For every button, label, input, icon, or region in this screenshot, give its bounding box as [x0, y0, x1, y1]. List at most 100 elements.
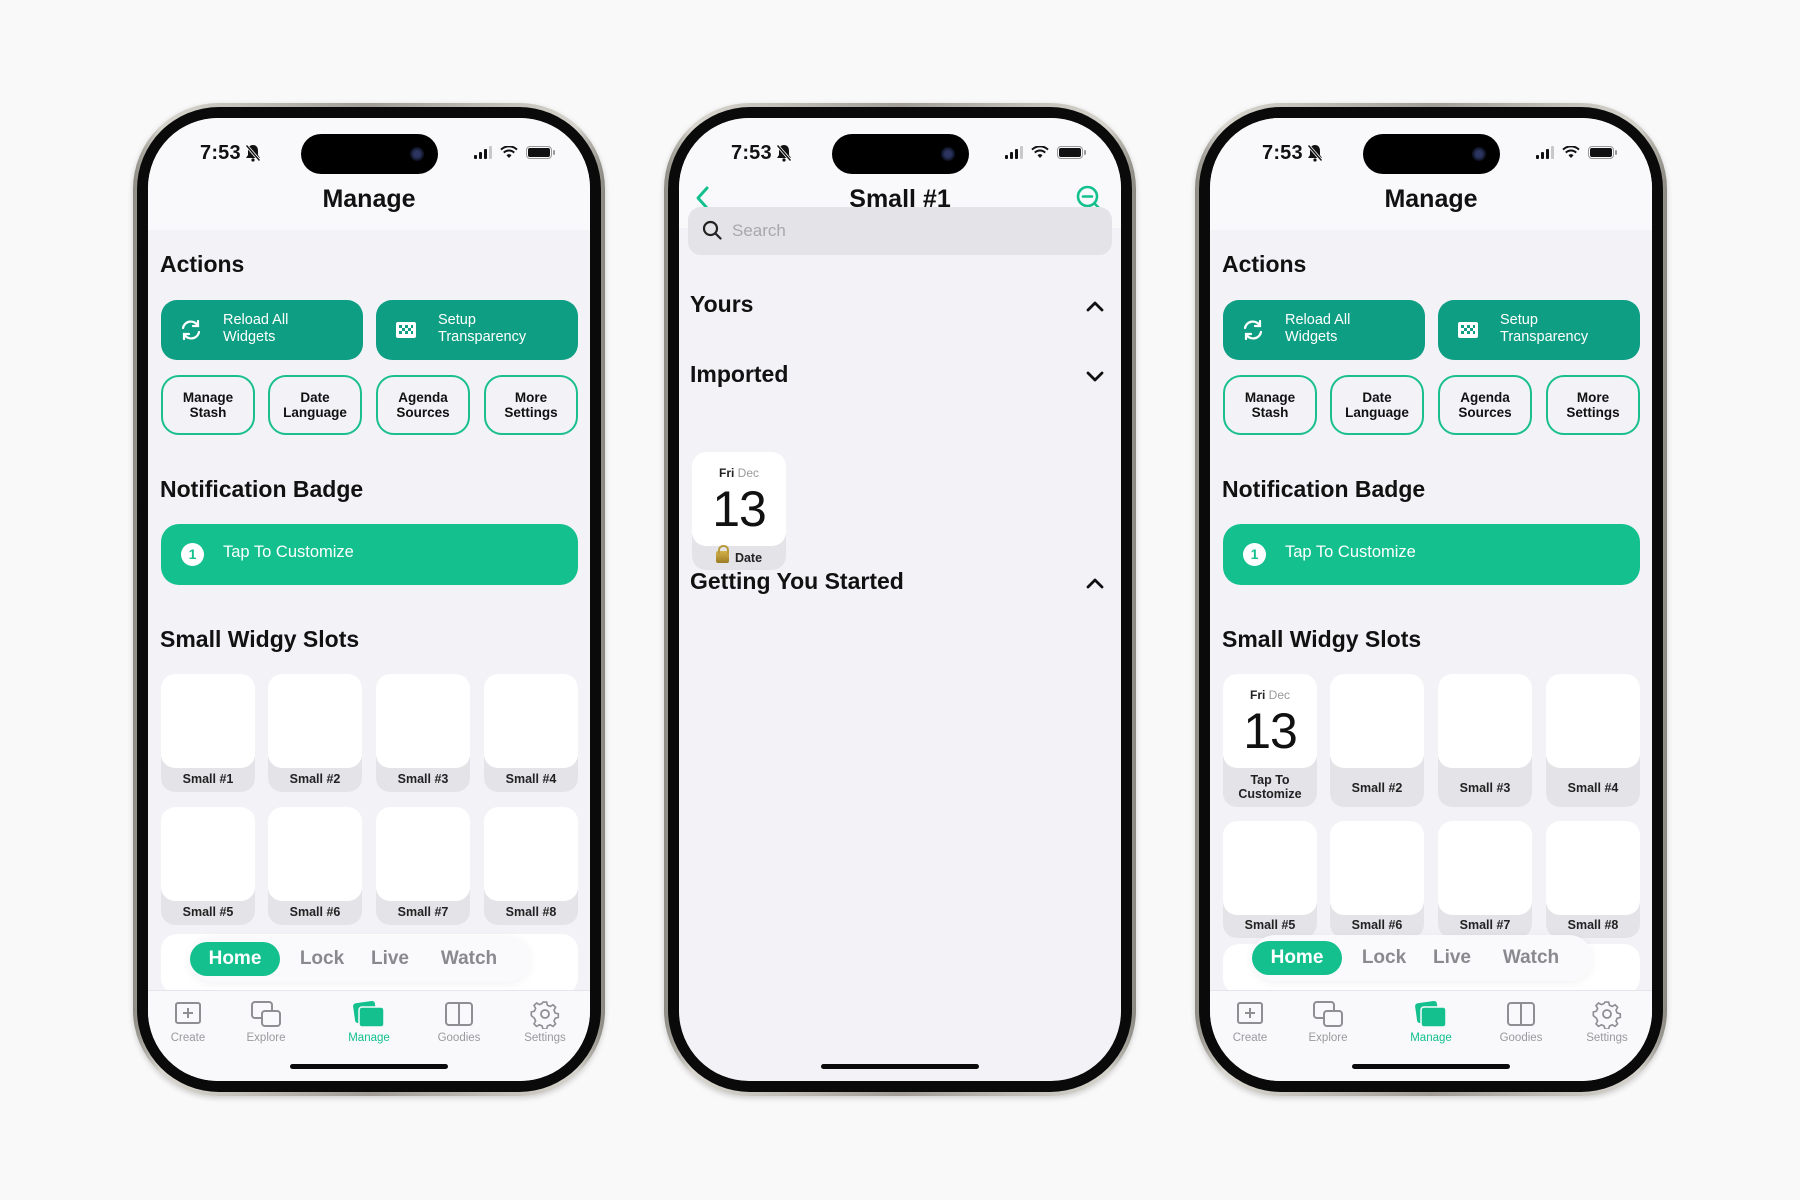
- chevron-up-icon[interactable]: [1085, 299, 1105, 313]
- manage-stash-button[interactable]: Manage Stash: [1223, 375, 1317, 435]
- segment-watch[interactable]: Watch: [1486, 941, 1576, 975]
- tab-explore[interactable]: Explore: [226, 999, 306, 1044]
- button-label: Settings: [1566, 405, 1620, 420]
- segment-lock[interactable]: Lock: [282, 942, 362, 976]
- agenda-sources-button[interactable]: Agenda Sources: [1438, 375, 1532, 435]
- chevron-up-icon[interactable]: [1085, 576, 1105, 590]
- date-language-button[interactable]: Date Language: [268, 375, 362, 435]
- slot-small-8[interactable]: Small #8: [484, 807, 578, 925]
- slot-label: Small #4: [505, 772, 557, 786]
- slot-small-8[interactable]: Small #8: [1546, 821, 1640, 938]
- slot-label-line: Customize: [1238, 787, 1302, 801]
- battery-icon: [1588, 146, 1617, 159]
- plus-square-icon: [1237, 1002, 1263, 1024]
- overlapping-windows-icon: [1313, 1001, 1343, 1027]
- notification-badge-button[interactable]: 1 Tap To Customize: [161, 524, 578, 585]
- button-label: More: [1576, 390, 1610, 405]
- button-label: Sources: [396, 405, 450, 420]
- date-language-button[interactable]: Date Language: [1330, 375, 1424, 435]
- chevron-down-icon[interactable]: [1085, 369, 1105, 383]
- notification-badge-button[interactable]: 1 Tap To Customize: [1223, 524, 1640, 585]
- tab-manage[interactable]: Manage: [1391, 999, 1471, 1044]
- stacked-cards-icon: [353, 1000, 385, 1028]
- tab-manage[interactable]: Manage: [329, 999, 409, 1044]
- slot-label: Small #3: [397, 772, 449, 786]
- slot-small-4[interactable]: Small #4: [1546, 674, 1640, 807]
- transparency-label-2: Transparency: [1500, 329, 1589, 345]
- setup-transparency-button[interactable]: Setup Transparency: [1438, 300, 1640, 360]
- slot-small-5[interactable]: Small #5: [1223, 821, 1317, 938]
- slot-small-7[interactable]: Small #7: [1438, 821, 1532, 938]
- manage-screen: 7:53 Manage Actions Reload All Widgets Se…: [148, 118, 590, 1081]
- slot-label: Small #6: [289, 905, 341, 919]
- gear-icon: [1592, 1001, 1622, 1029]
- slot-small-5[interactable]: Small #5: [161, 807, 255, 925]
- split-panel-icon: [1507, 1002, 1535, 1026]
- widget-preview: Fri Dec 13: [692, 452, 786, 546]
- checkerboard-icon: [396, 322, 416, 338]
- slot-small-2[interactable]: Small #2: [268, 674, 362, 792]
- tab-create[interactable]: Create: [148, 999, 228, 1044]
- search-input[interactable]: [732, 207, 1092, 255]
- reload-all-widgets-button[interactable]: Reload All Widgets: [1223, 300, 1425, 360]
- tab-label: Goodies: [1499, 1032, 1543, 1044]
- reload-all-widgets-button[interactable]: Reload All Widgets: [161, 300, 363, 360]
- agenda-sources-button[interactable]: Agenda Sources: [376, 375, 470, 435]
- widget-preview: [268, 674, 362, 768]
- widget-preview: [268, 807, 362, 901]
- more-settings-button[interactable]: More Settings: [484, 375, 578, 435]
- actions-heading: Actions: [1222, 251, 1307, 277]
- more-settings-button[interactable]: More Settings: [1546, 375, 1640, 435]
- manage-stash-button[interactable]: Manage Stash: [161, 375, 255, 435]
- section-imported[interactable]: Imported: [690, 361, 788, 388]
- segment-live[interactable]: Live: [360, 942, 420, 976]
- setup-transparency-button[interactable]: Setup Transparency: [376, 300, 578, 360]
- tab-explore[interactable]: Explore: [1288, 999, 1368, 1044]
- slot-small-1[interactable]: Small #1: [161, 674, 255, 792]
- tab-settings[interactable]: Settings: [1567, 999, 1647, 1044]
- slot-small-1-filled[interactable]: Fri Dec 13 Tap To Customize: [1223, 674, 1317, 807]
- gear-icon: [530, 1001, 560, 1029]
- reload-label-2: Widgets: [1285, 329, 1338, 345]
- date-widget-preview: Fri Dec 13: [1223, 674, 1317, 768]
- transparency-label-2: Transparency: [438, 329, 527, 345]
- slot-small-2[interactable]: Small #2: [1330, 674, 1424, 807]
- slot-small-6[interactable]: Small #6: [268, 807, 362, 925]
- slot-small-7[interactable]: Small #7: [376, 807, 470, 925]
- segment-home[interactable]: Home: [190, 942, 280, 976]
- lock-key-icon: [715, 545, 729, 563]
- slot-small-3[interactable]: Small #3: [376, 674, 470, 792]
- section-yours[interactable]: Yours: [690, 291, 753, 318]
- segment-lock[interactable]: Lock: [1344, 941, 1424, 975]
- badge-count: 1: [1243, 543, 1266, 566]
- tab-goodies[interactable]: Goodies: [419, 999, 499, 1044]
- widget-size-segmented-control: Home Lock Live Watch: [1252, 935, 1592, 981]
- home-indicator[interactable]: [821, 1064, 979, 1069]
- widget-preview: [1330, 674, 1424, 768]
- tab-goodies[interactable]: Goodies: [1481, 999, 1561, 1044]
- tab-settings[interactable]: Settings: [505, 999, 585, 1044]
- slot-small-3[interactable]: Small #3: [1438, 674, 1532, 807]
- search-icon: [702, 220, 722, 240]
- slot-small-6[interactable]: Small #6: [1330, 821, 1424, 938]
- segment-live[interactable]: Live: [1422, 941, 1482, 975]
- home-indicator[interactable]: [1352, 1064, 1510, 1069]
- slot-small-4[interactable]: Small #4: [484, 674, 578, 792]
- search-field[interactable]: [688, 207, 1112, 255]
- status-time: 7:53: [200, 142, 241, 164]
- tab-bar: Create Explore Manage Goodies Settings: [1210, 990, 1652, 1081]
- section-getting-started[interactable]: Getting You Started: [690, 568, 904, 595]
- segment-home[interactable]: Home: [1252, 941, 1342, 975]
- reload-label-2: Widgets: [223, 329, 276, 345]
- button-label: Language: [283, 405, 347, 420]
- home-indicator[interactable]: [290, 1064, 448, 1069]
- status-indicators: [1536, 146, 1617, 159]
- split-panel-icon: [445, 1002, 473, 1026]
- page-title: Manage: [322, 185, 416, 213]
- tab-create[interactable]: Create: [1210, 999, 1290, 1044]
- segment-watch[interactable]: Watch: [424, 942, 514, 976]
- widget-picker-screen: 7:53 Small #1 Yours Imported Fri Dec 13: [679, 118, 1121, 1081]
- battery-icon: [1057, 146, 1086, 159]
- imported-date-widget[interactable]: Fri Dec 13 Date: [692, 452, 786, 570]
- page-title: Manage: [1384, 185, 1478, 213]
